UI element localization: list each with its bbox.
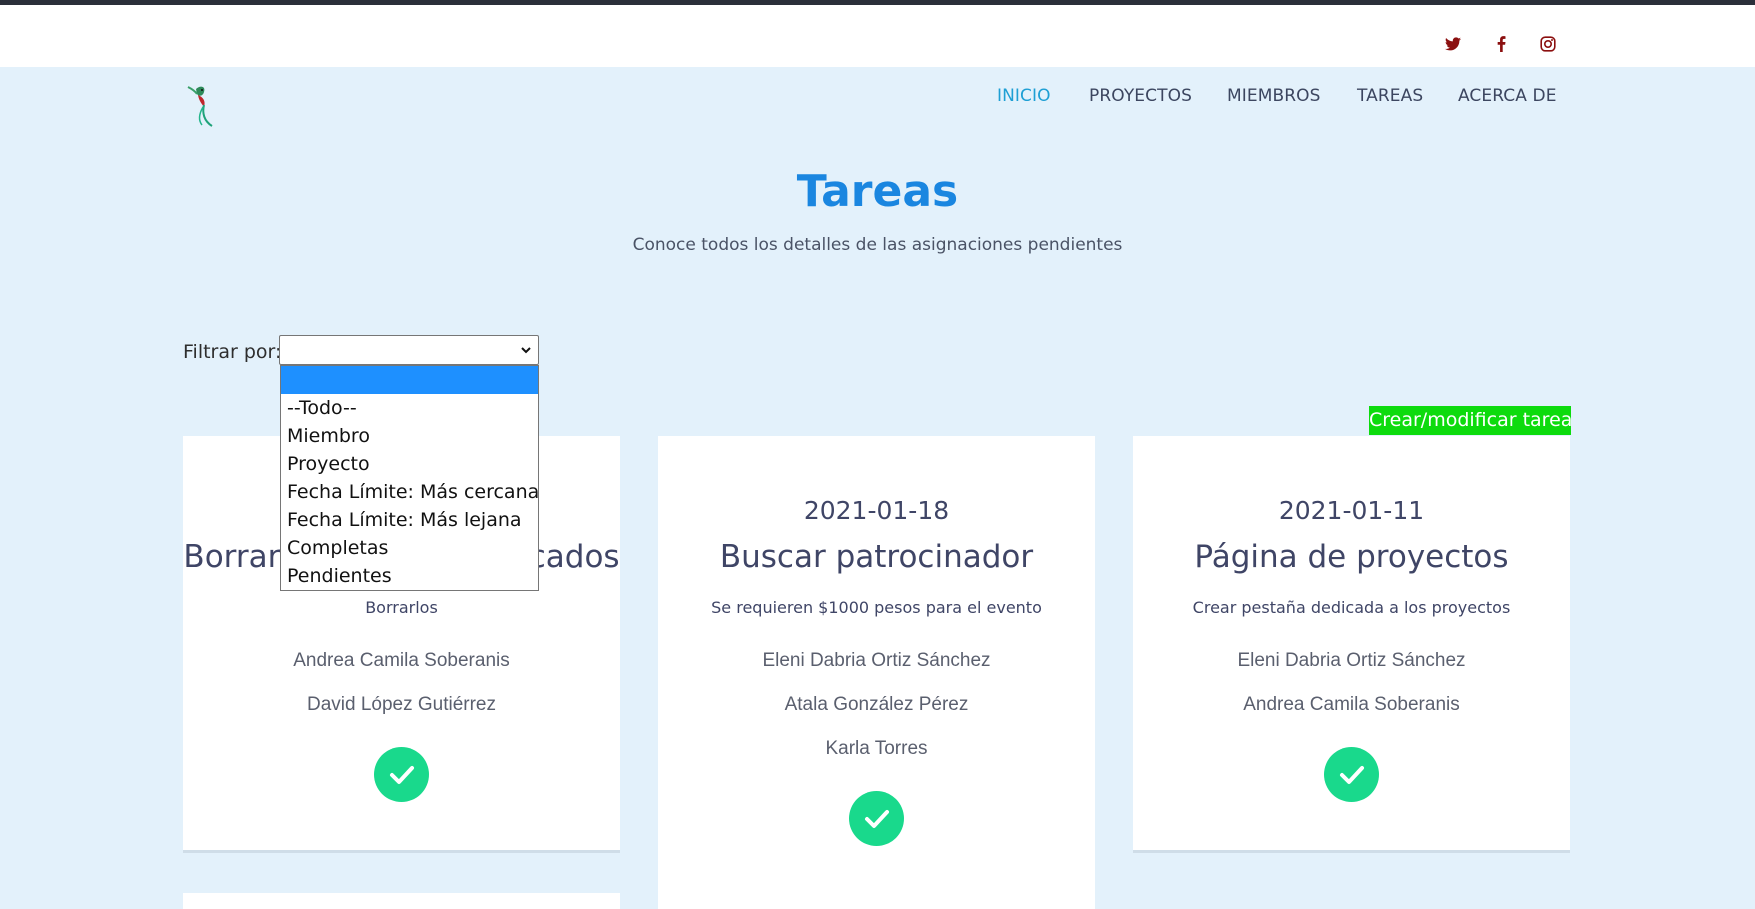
filter-option-completas[interactable]: Completas bbox=[281, 534, 538, 562]
task-member: Andrea Camila Soberanis bbox=[1243, 694, 1460, 715]
task-member: Atala González Pérez bbox=[784, 694, 969, 715]
filter-option-fecha-lejana[interactable]: Fecha Límite: Más lejana bbox=[281, 506, 538, 534]
task-member: Eleni Dabria Ortiz Sánchez bbox=[1237, 650, 1466, 671]
nav-miembros[interactable]: MIEMBROS bbox=[1227, 86, 1321, 106]
filter-option-pendientes[interactable]: Pendientes bbox=[281, 562, 538, 590]
page-title: Tareas bbox=[796, 166, 959, 217]
task-member: Karla Torres bbox=[825, 738, 928, 759]
task-member: David López Gutiérrez bbox=[306, 694, 497, 715]
filter-option-miembro[interactable]: Miembro bbox=[281, 422, 538, 450]
nav-tareas[interactable]: TAREAS bbox=[1357, 86, 1423, 106]
filter-label: Filtrar por: bbox=[183, 341, 282, 363]
task-description: Borrarlos bbox=[365, 598, 438, 617]
filter-select[interactable] bbox=[279, 335, 539, 365]
quetzal-logo[interactable] bbox=[184, 83, 222, 129]
nav-acerca-de[interactable]: ACERCA DE bbox=[1458, 86, 1557, 106]
task-card: 2021-01-18 Buscar patrocinador Se requie… bbox=[658, 436, 1095, 909]
nav-proyectos[interactable]: PROYECTOS bbox=[1089, 86, 1192, 106]
task-member: Andrea Camila Soberanis bbox=[293, 650, 510, 671]
filter-option-fecha-cercana[interactable]: Fecha Límite: Más cercana bbox=[281, 478, 539, 506]
filter-dropdown-list: --Todo-- Miembro Proyecto Fecha Límite: … bbox=[280, 365, 539, 591]
check-icon[interactable] bbox=[374, 747, 429, 802]
task-title: Buscar patrocinador bbox=[719, 539, 1034, 575]
check-icon[interactable] bbox=[1324, 747, 1379, 802]
task-description: Se requieren $1000 pesos para el evento bbox=[711, 598, 1042, 617]
chevron-down-icon bbox=[521, 347, 531, 354]
filter-option-todo[interactable]: --Todo-- bbox=[281, 394, 538, 422]
filter-option-proyecto[interactable]: Proyecto bbox=[281, 450, 538, 478]
task-card bbox=[183, 893, 620, 909]
task-description: Crear pestaña dedicada a los proyectos bbox=[1192, 598, 1511, 617]
twitter-icon[interactable] bbox=[1443, 36, 1463, 52]
task-date: 2021-01-11 bbox=[1278, 496, 1425, 525]
task-date: 2021-01-18 bbox=[803, 496, 950, 525]
instagram-icon[interactable] bbox=[1538, 36, 1558, 52]
task-card: 2021-01-11 Página de proyectos Crear pes… bbox=[1133, 436, 1570, 850]
page-subtitle: Conoce todos los detalles de las asignac… bbox=[632, 235, 1123, 255]
filter-option-empty[interactable] bbox=[281, 366, 538, 394]
task-member: Eleni Dabria Ortiz Sánchez bbox=[762, 650, 991, 671]
nav-inicio[interactable]: INICIO bbox=[997, 86, 1051, 106]
check-icon[interactable] bbox=[849, 791, 904, 846]
create-task-button[interactable]: Crear/modificar tarea bbox=[1369, 406, 1572, 435]
task-title: Página de proyectos bbox=[1194, 539, 1509, 575]
facebook-icon[interactable] bbox=[1491, 36, 1511, 52]
